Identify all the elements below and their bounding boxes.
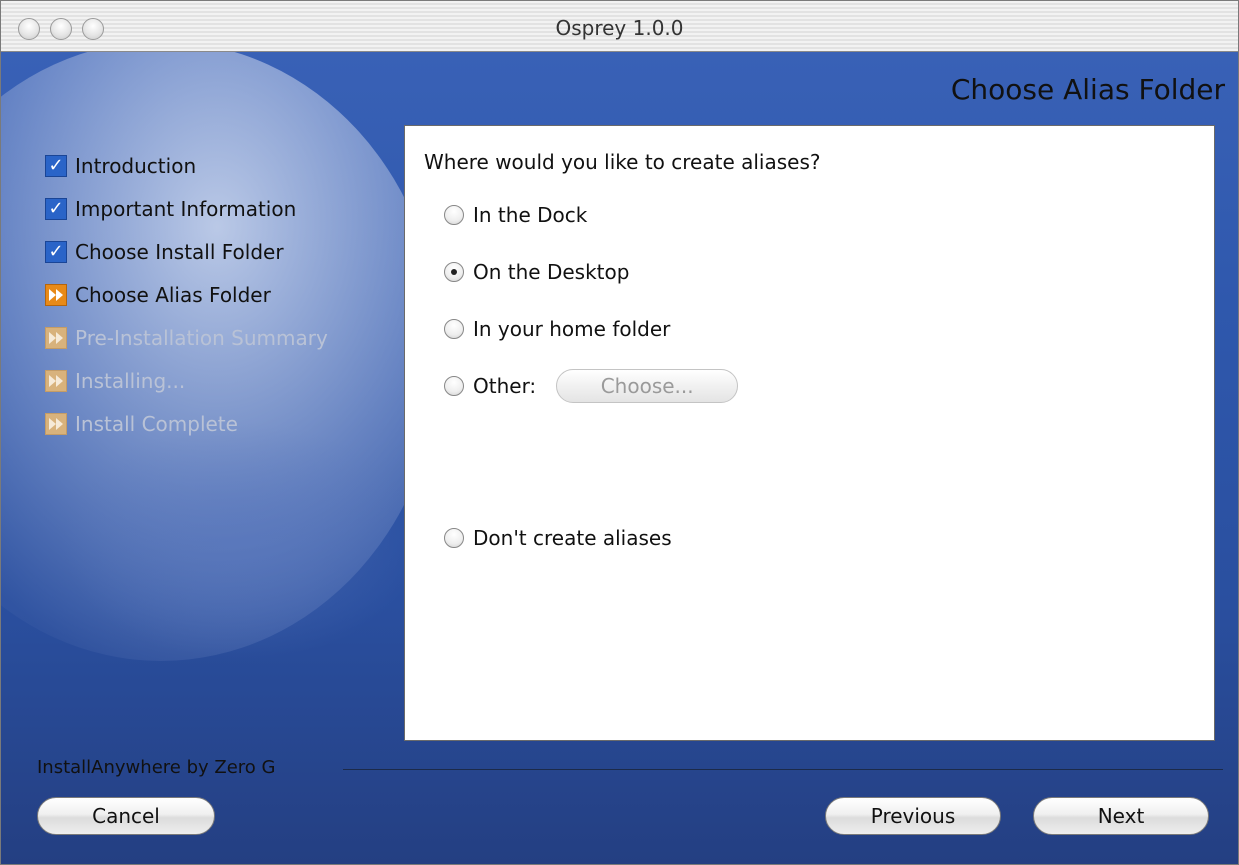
step-label: Install Complete: [75, 411, 238, 436]
checkmark-icon: ✓: [45, 155, 67, 177]
step-label: Installing...: [75, 368, 186, 393]
option-in-the-dock[interactable]: In the Dock: [444, 203, 587, 227]
next-button[interactable]: Next: [1033, 797, 1209, 835]
fast-forward-icon: [45, 369, 67, 392]
checkmark-icon: ✓: [45, 240, 67, 263]
radio-button-selected[interactable]: [444, 262, 464, 282]
step-installing: Installing...: [45, 359, 328, 402]
option-in-your-home-folder[interactable]: In your home folder: [444, 317, 670, 341]
previous-button[interactable]: Previous: [825, 797, 1001, 835]
installer-window: Osprey 1.0.0 Choose Alias Folder ✓ Intro…: [0, 0, 1239, 865]
step-important-information: ✓ Important Information: [45, 187, 328, 230]
radio-button[interactable]: [444, 319, 464, 339]
page-title: Choose Alias Folder: [950, 73, 1225, 106]
step-label: Choose Alias Folder: [75, 282, 271, 307]
fast-forward-icon: [45, 283, 67, 306]
step-label: Introduction: [75, 154, 197, 178]
option-label: Other:: [473, 374, 537, 398]
checkmark-icon: ✓: [45, 197, 67, 220]
footer-divider: [343, 769, 1223, 770]
option-label: Don't create aliases: [473, 526, 672, 550]
radio-button[interactable]: [444, 376, 464, 396]
option-label: In the Dock: [473, 203, 588, 227]
install-steps-list: ✓ Introduction ✓ Important Information ✓…: [45, 145, 328, 445]
step-label: Pre-Installation Summary: [75, 325, 328, 350]
step-pre-installation-summary: Pre-Installation Summary: [45, 316, 328, 359]
option-other[interactable]: Other: Choose...: [444, 369, 739, 403]
cancel-button[interactable]: Cancel: [37, 797, 215, 835]
option-label: In your home folder: [473, 317, 671, 341]
choose-folder-button[interactable]: Choose...: [556, 369, 739, 403]
radio-button[interactable]: [444, 205, 464, 225]
step-install-complete: Install Complete: [45, 402, 328, 445]
step-label: Important Information: [75, 196, 297, 221]
option-dont-create-aliases[interactable]: Don't create aliases: [444, 526, 672, 550]
window-title: Osprey 1.0.0: [555, 16, 684, 40]
step-choose-install-folder: ✓ Choose Install Folder: [45, 230, 328, 273]
radio-button[interactable]: [444, 528, 464, 548]
vendor-label: InstallAnywhere by Zero G: [37, 757, 276, 778]
step-label: Choose Install Folder: [75, 239, 284, 264]
title-bar[interactable]: Osprey 1.0.0: [1, 1, 1238, 52]
step-introduction: ✓ Introduction: [45, 145, 328, 187]
background-swirl-graphic: [61, 421, 421, 661]
fast-forward-icon: [45, 412, 67, 435]
fast-forward-icon: [45, 326, 67, 349]
option-on-the-desktop[interactable]: On the Desktop: [444, 260, 629, 284]
option-label: On the Desktop: [473, 260, 630, 284]
alias-question: Where would you like to create aliases?: [424, 150, 821, 174]
step-choose-alias-folder: Choose Alias Folder: [45, 273, 328, 316]
content-panel: Where would you like to create aliases? …: [404, 125, 1215, 741]
